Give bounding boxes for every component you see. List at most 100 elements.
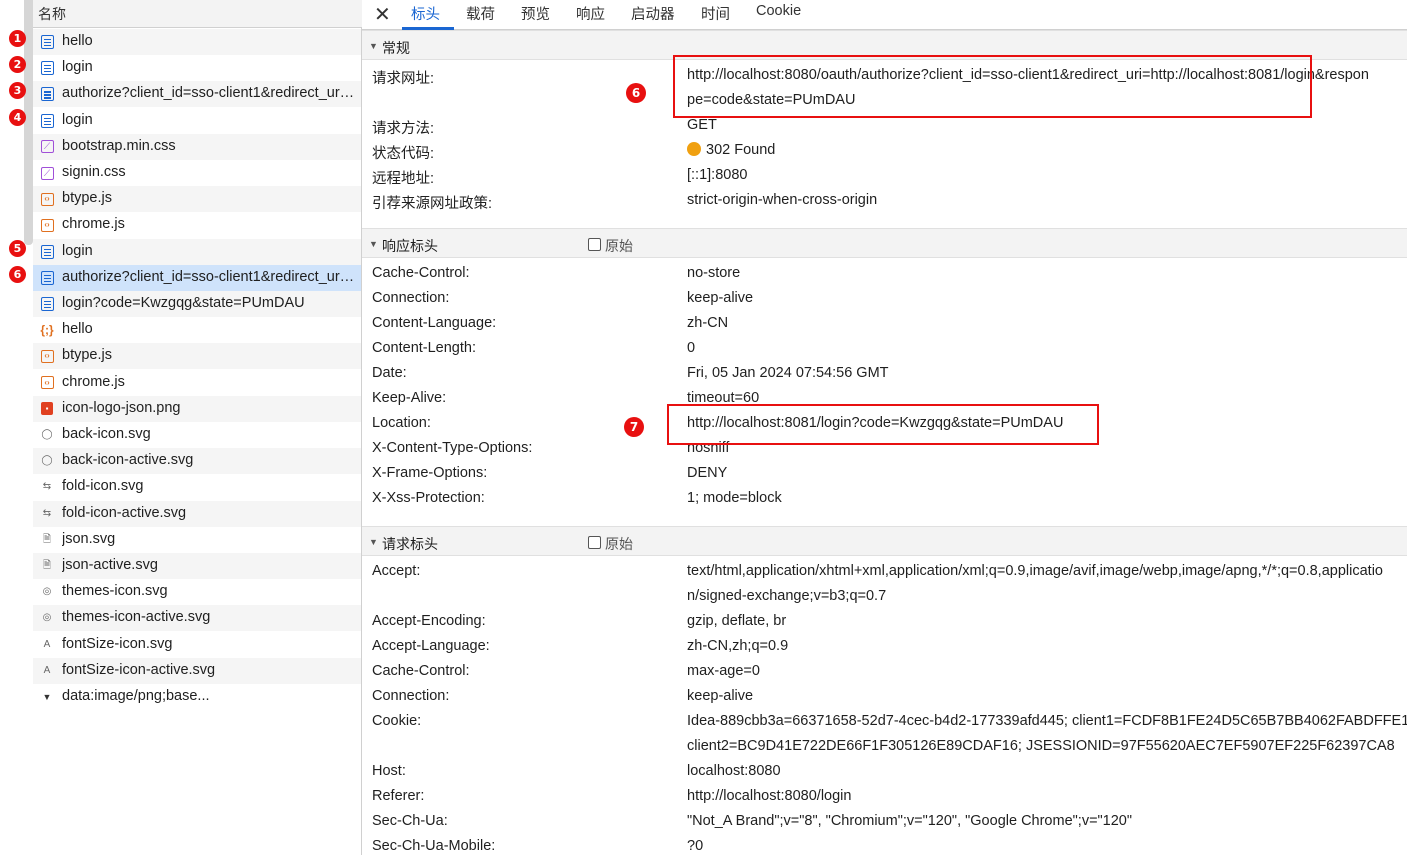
tab-initiator[interactable]: 启动器 <box>631 3 675 24</box>
request-row-label: themes-icon.svg <box>62 583 168 600</box>
section-title: 请求标头 <box>382 536 438 552</box>
request-row-label: login?code=Kwzgqg&state=PUmDAU <box>62 295 305 311</box>
request-row[interactable]: ‹› chrome.js <box>33 212 361 238</box>
section-title: 常规 <box>382 40 410 56</box>
header-name: Connection: <box>372 290 450 306</box>
request-row[interactable]: 🗎 json-active.svg <box>33 553 361 579</box>
header-value[interactable]: Fri, 05 Jan 2024 07:54:56 GMT <box>687 365 889 381</box>
request-row[interactable]: AfontSize-icon.svg <box>33 632 361 658</box>
document-icon <box>40 87 54 102</box>
annotation-badge-5: 5 <box>9 239 26 257</box>
header-value[interactable]: 302 Found <box>687 142 775 158</box>
request-row[interactable]: ‹› chrome.js <box>33 370 361 396</box>
header-value[interactable]: http://localhost:8080/login <box>687 788 851 804</box>
header-value[interactable]: Idea-889cbb3a=66371658-52d7-4cec-b4d2-17… <box>687 713 1407 729</box>
header-name: Cache-Control: <box>372 265 470 281</box>
request-row[interactable]: login?code=Kwzgqg&state=PUmDAU <box>33 291 361 317</box>
request-row-label: authorize?client_id=sso-client1&redirect… <box>62 85 356 102</box>
request-row[interactable]: 🗎 json.svg <box>33 527 361 553</box>
request-row[interactable]: login <box>33 108 361 134</box>
close-icon[interactable]: ✕ <box>374 2 391 27</box>
section-response-headers-header[interactable]: ▼ 响应标头 原始 <box>362 228 1407 258</box>
tab-preview[interactable]: 预览 <box>521 3 550 24</box>
header-name: Content-Language: <box>372 315 497 331</box>
header-value[interactable]: zh-CN <box>687 315 728 331</box>
header-value[interactable]: strict-origin-when-cross-origin <box>687 192 877 208</box>
request-row[interactable]: ⟋ bootstrap.min.css <box>33 133 361 160</box>
tab-cookies[interactable]: Cookie <box>756 3 801 19</box>
request-row[interactable]: ▪ icon-logo-json.png <box>33 395 361 422</box>
request-row[interactable]: {;} hello <box>33 317 361 343</box>
header-value-continued[interactable]: n/signed-exchange;v=b3;q=0.7 <box>687 588 886 604</box>
request-row[interactable]: ‹› btype.js <box>33 343 361 370</box>
header-value[interactable]: localhost:8080 <box>687 763 781 779</box>
column-header-name[interactable]: 名称 <box>33 0 362 28</box>
header-name: Accept: <box>372 563 421 579</box>
raw-checkbox[interactable] <box>588 238 601 251</box>
request-row-label: themes-icon-active.svg <box>62 609 211 626</box>
header-value[interactable]: zh-CN,zh;q=0.9 <box>687 638 788 654</box>
header-value[interactable]: keep-alive <box>687 688 753 704</box>
request-row-label: login <box>62 111 93 128</box>
header-name: Sec-Ch-Ua: <box>372 813 448 829</box>
annotation-badge-6: 6 <box>626 83 646 103</box>
request-row[interactable]: hello <box>33 29 361 55</box>
section-request-headers-header[interactable]: ▼ 请求标头 原始 <box>362 526 1407 556</box>
header-name: 请求方法: <box>372 121 435 137</box>
request-row[interactable]: authorize?client_id=sso-client1&redirect… <box>33 264 361 291</box>
annotation-badge-7: 7 <box>624 417 644 437</box>
raw-checkbox[interactable] <box>588 536 601 549</box>
svg-icon: 🗎 <box>42 560 52 571</box>
request-row[interactable]: ⇆ fold-icon.svg <box>33 474 361 500</box>
request-row-label: back-icon-active.svg <box>62 452 194 469</box>
request-row[interactable]: ‹› btype.js <box>33 186 361 213</box>
request-row-label: hello <box>62 321 93 338</box>
header-value-continued[interactable]: client2=BC9D41E722DE66F1F305126E89CDAF16… <box>687 738 1395 754</box>
request-row[interactable]: ⟋ signin.css <box>33 160 361 186</box>
header-value[interactable]: no-store <box>687 265 740 281</box>
tab-headers[interactable]: 标头 <box>411 3 440 24</box>
header-value[interactable]: keep-alive <box>687 290 753 306</box>
svg-icon: ◯ <box>41 429 53 440</box>
request-row[interactable]: ◎ themes-icon.svg <box>33 579 361 605</box>
script-icon: ‹› <box>40 349 54 363</box>
header-value[interactable]: DENY <box>687 465 727 481</box>
document-icon <box>40 270 54 285</box>
request-row[interactable]: ▼ data:image/png;base... <box>33 684 361 710</box>
header-value[interactable]: gzip, deflate, br <box>687 613 786 629</box>
header-value[interactable]: text/html,application/xhtml+xml,applicat… <box>687 563 1383 579</box>
header-value[interactable]: 1; mode=block <box>687 490 782 506</box>
request-row[interactable]: login <box>33 238 361 265</box>
header-value[interactable]: "Not_A Brand";v="8", "Chromium";v="120",… <box>687 813 1132 829</box>
header-value[interactable]: max-age=0 <box>687 663 760 679</box>
annotation-box-request-url <box>673 55 1312 118</box>
header-value[interactable]: 0 <box>687 340 695 356</box>
tab-payload[interactable]: 载荷 <box>466 3 495 24</box>
header-name: Accept-Encoding: <box>372 613 486 629</box>
request-row-label: data:image/png;base... <box>62 688 210 704</box>
tab-response[interactable]: 响应 <box>576 3 605 24</box>
header-name: 引荐来源网址政策: <box>372 196 493 212</box>
request-row[interactable]: ◎ themes-icon-active.svg <box>33 605 361 632</box>
json-icon: {;} <box>40 323 54 338</box>
stylesheet-icon: ⟋ <box>40 140 54 154</box>
tab-timing[interactable]: 时间 <box>701 3 730 24</box>
request-row[interactable]: login <box>33 55 361 81</box>
header-value[interactable]: [::1]:8080 <box>687 167 747 183</box>
header-name: Accept-Language: <box>372 638 490 654</box>
request-row[interactable]: ◯ back-icon-active.svg <box>33 448 361 475</box>
request-row[interactable]: ⇆ fold-icon-active.svg <box>33 500 361 527</box>
header-value[interactable]: GET <box>687 117 717 133</box>
request-row-label: bootstrap.min.css <box>62 137 176 154</box>
stylesheet-icon: ⟋ <box>40 166 54 180</box>
expand-triangle-icon: ▼ <box>369 537 378 547</box>
header-name: X-Frame-Options: <box>372 465 488 481</box>
svg-icon: ◎ <box>42 612 52 624</box>
request-row-label: back-icon.svg <box>62 426 151 442</box>
header-value[interactable]: ?0 <box>687 838 703 854</box>
status-code-text: 302 Found <box>706 142 776 158</box>
request-row[interactable]: AfontSize-icon-active.svg <box>33 657 361 684</box>
request-row[interactable]: authorize?client_id=sso-client1&redirect… <box>33 81 361 108</box>
header-name: X-Xss-Protection: <box>372 490 485 506</box>
request-row[interactable]: ◯ back-icon.svg <box>33 422 361 448</box>
